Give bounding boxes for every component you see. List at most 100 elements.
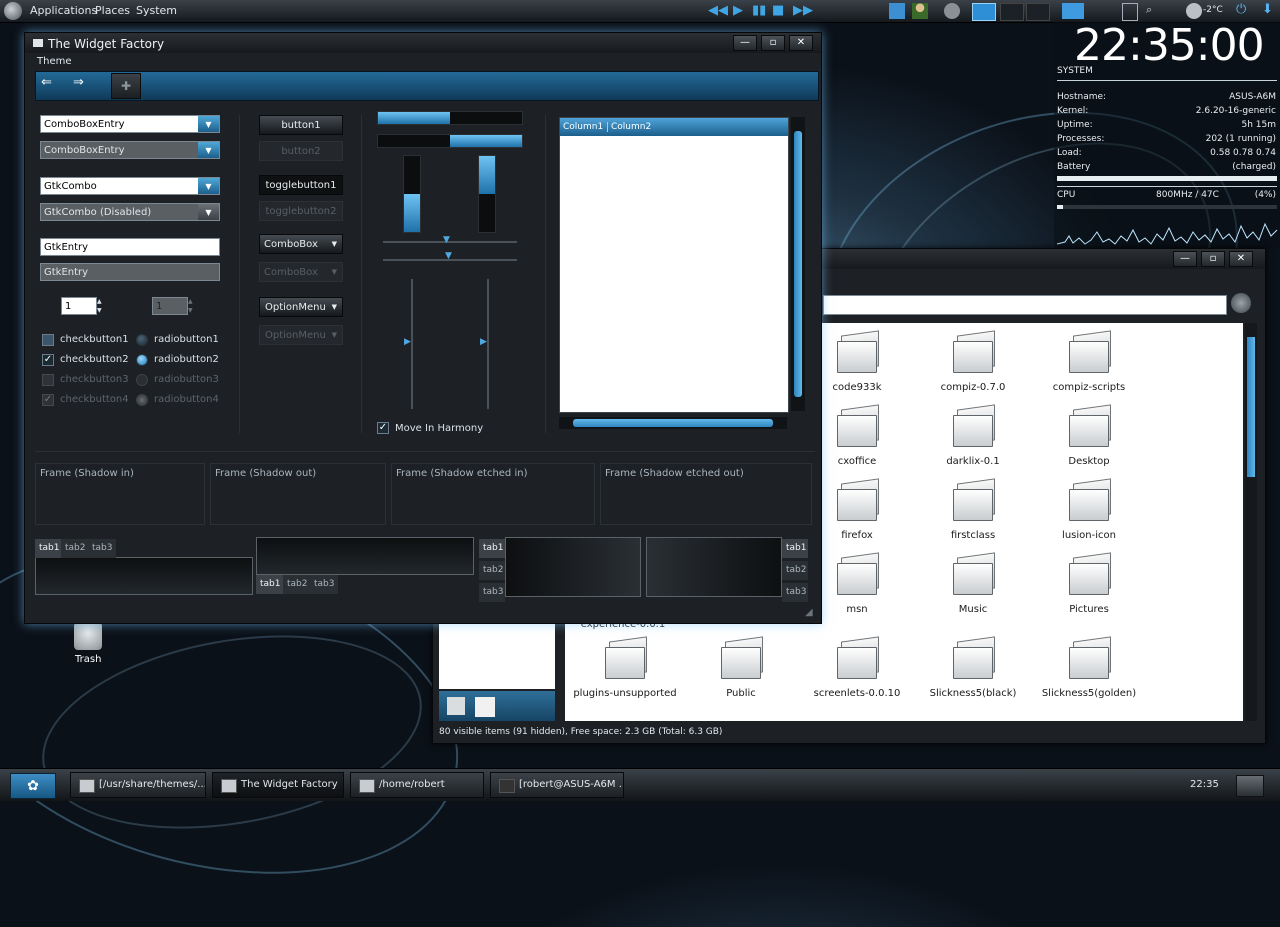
scale-slider-icon[interactable]: ▼: [443, 235, 450, 245]
folder-icon[interactable]: [951, 404, 995, 447]
tab-1[interactable]: tab1: [479, 539, 505, 558]
trash-icon[interactable]: [74, 622, 102, 650]
folder-label[interactable]: Desktop: [1029, 456, 1149, 467]
stop-icon[interactable]: ■: [772, 3, 784, 18]
tree-view[interactable]: Column1 Column2: [559, 117, 789, 413]
folder-icon[interactable]: [835, 478, 879, 521]
folder-icon[interactable]: [951, 330, 995, 373]
horizontal-scale-track[interactable]: [383, 241, 517, 243]
pause-icon[interactable]: ▮▮: [752, 3, 766, 18]
close-button[interactable]: ✕: [1229, 251, 1253, 267]
location-bar[interactable]: [823, 295, 1227, 315]
tab-2[interactable]: tab2: [283, 575, 312, 594]
checkbutton2-label[interactable]: checkbutton2: [60, 354, 129, 365]
radiobutton1-circle[interactable]: [136, 334, 148, 346]
tab-3[interactable]: tab3: [479, 583, 505, 602]
togglebutton1[interactable]: togglebutton1: [259, 175, 343, 195]
network-icon[interactable]: [889, 3, 905, 19]
combobox-button[interactable]: ComboBox ▼: [259, 234, 343, 254]
settings-icon[interactable]: [944, 3, 960, 19]
folder-label[interactable]: Music: [913, 604, 1033, 615]
folder-icon[interactable]: [1067, 478, 1111, 521]
gtk-entry[interactable]: GtkEntry: [40, 238, 220, 256]
vertical-scale-track[interactable]: [487, 279, 489, 409]
folder-label[interactable]: lusion-icon: [1029, 530, 1149, 541]
tab-3[interactable]: tab3: [88, 539, 117, 558]
location-go-icon[interactable]: [1231, 293, 1251, 313]
folder-icon[interactable]: [1067, 330, 1111, 373]
folder-icon[interactable]: [1067, 636, 1111, 679]
gnome-foot-icon[interactable]: [4, 2, 22, 20]
scale-slider-icon[interactable]: ▶: [404, 337, 411, 347]
vertical-scale-track[interactable]: [411, 279, 413, 409]
window-list-icon[interactable]: [1122, 3, 1138, 21]
folder-label[interactable]: plugins-unsupported: [565, 688, 685, 699]
workspace-active-icon[interactable]: [972, 3, 996, 21]
forward-arrow-icon[interactable]: ⇒: [73, 75, 84, 90]
folder-icon[interactable]: [603, 636, 647, 679]
folder-icon[interactable]: [1067, 552, 1111, 595]
minimize-button[interactable]: —: [1173, 251, 1197, 267]
tab-1[interactable]: tab1: [782, 539, 808, 558]
folder-label[interactable]: screenlets-0.0.10: [797, 688, 917, 699]
close-button[interactable]: ✕: [789, 35, 813, 51]
resize-grip-icon[interactable]: ◢: [805, 607, 813, 618]
folder-label[interactable]: Pictures: [1029, 604, 1149, 615]
tab-2[interactable]: tab2: [782, 561, 808, 580]
column-header-1[interactable]: Column1: [563, 122, 603, 132]
user-icon[interactable]: [912, 3, 928, 19]
radiobutton2-label[interactable]: radiobutton2: [154, 354, 219, 365]
display-icon[interactable]: [1062, 3, 1084, 19]
search-icon[interactable]: ⌕: [1146, 3, 1152, 17]
tab-1[interactable]: tab1: [256, 575, 285, 594]
move-in-harmony-checkbox[interactable]: ✓: [377, 422, 389, 434]
notification-icon[interactable]: ⬇: [1262, 2, 1273, 17]
menu-system[interactable]: System: [136, 4, 177, 17]
chevron-down-icon[interactable]: ▼: [198, 178, 219, 194]
column-header-2[interactable]: Column2: [607, 122, 651, 132]
previous-track-icon[interactable]: ◀◀: [708, 3, 728, 18]
chevron-down-icon[interactable]: ▼: [198, 116, 219, 132]
folder-icon[interactable]: [951, 636, 995, 679]
tab-2[interactable]: tab2: [479, 561, 505, 580]
vertical-scrollbar[interactable]: [1245, 323, 1257, 721]
spin-button[interactable]: 1: [61, 297, 97, 315]
tab-1[interactable]: tab1: [35, 539, 64, 558]
folder-label[interactable]: firstclass: [913, 530, 1033, 541]
folder-icon[interactable]: [951, 478, 995, 521]
trash-label[interactable]: Trash: [75, 654, 101, 665]
folder-icon[interactable]: [1067, 404, 1111, 447]
folder-label[interactable]: compiz-0.7.0: [913, 382, 1033, 393]
workspace-icon[interactable]: [1026, 3, 1050, 21]
task-terminal[interactable]: [robert@ASUS-A6M ...: [490, 772, 624, 798]
workspace-icon[interactable]: [1000, 3, 1024, 21]
gnome-foot-icon[interactable]: ✿: [10, 773, 56, 799]
window-menu-icon[interactable]: [33, 39, 43, 47]
tab-2[interactable]: tab2: [61, 539, 90, 558]
menu-theme[interactable]: Theme: [37, 56, 72, 67]
play-icon[interactable]: ▶: [733, 3, 743, 18]
tree-vertical-scrollbar[interactable]: [791, 117, 805, 411]
folder-label[interactable]: compiz-scripts: [1029, 382, 1149, 393]
task-home-folder[interactable]: /home/robert: [350, 772, 484, 798]
back-arrow-icon[interactable]: ⇐: [41, 75, 52, 90]
radiobutton1-label[interactable]: radiobutton1: [154, 334, 219, 345]
move-in-harmony-label[interactable]: Move In Harmony: [395, 423, 483, 434]
radiobutton2-circle[interactable]: [136, 354, 148, 366]
folder-label[interactable]: Public: [681, 688, 801, 699]
taskbar-clock[interactable]: 22:35: [1190, 779, 1219, 790]
task-widget-factory[interactable]: The Widget Factory: [212, 772, 344, 798]
folder-icon[interactable]: [951, 552, 995, 595]
next-track-icon[interactable]: ▶▶: [793, 3, 813, 18]
task-themes-folder[interactable]: [/usr/share/themes/...: [70, 772, 206, 798]
folder-icon[interactable]: [835, 404, 879, 447]
combo-box-entry[interactable]: ComboBoxEntry ▼: [40, 115, 220, 133]
folder-label[interactable]: Slickness5(golden): [1029, 688, 1149, 699]
tab-3[interactable]: tab3: [310, 575, 339, 594]
gtk-combo[interactable]: GtkCombo ▼: [40, 177, 220, 195]
maximize-button[interactable]: ▫: [1201, 251, 1225, 267]
tree-horizontal-scrollbar[interactable]: [559, 417, 787, 429]
folder-icon[interactable]: [835, 636, 879, 679]
folder-label[interactable]: Slickness5(black): [913, 688, 1033, 699]
tool-button[interactable]: ✚: [111, 73, 141, 99]
